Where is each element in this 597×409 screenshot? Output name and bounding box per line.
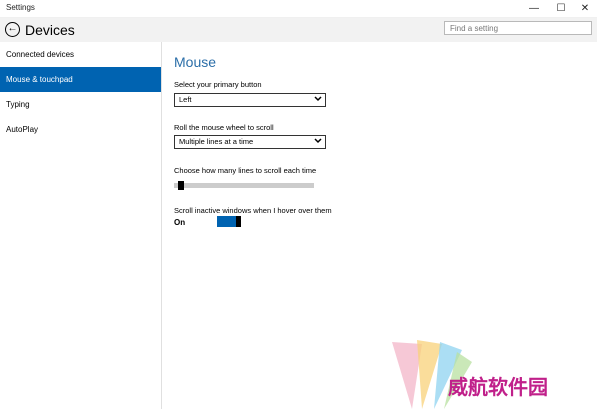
- search-input[interactable]: Find a setting: [444, 21, 592, 35]
- slider-thumb[interactable]: [178, 181, 185, 190]
- chevron-down-icon: [314, 96, 322, 102]
- inactive-scroll-label: Scroll inactive windows when I hover ove…: [174, 206, 332, 215]
- lines-to-scroll-label: Choose how many lines to scroll each tim…: [174, 166, 317, 175]
- lines-to-scroll-slider[interactable]: [174, 183, 314, 188]
- primary-button-value: Left: [179, 95, 192, 104]
- close-button[interactable]: ✕: [573, 0, 597, 17]
- chevron-down-icon: [314, 138, 322, 144]
- scroll-wheel-label: Roll the mouse wheel to scroll: [174, 123, 274, 132]
- watermark-text: 威航软件园: [448, 375, 548, 399]
- window-title: Settings: [6, 3, 35, 12]
- page-title: Devices: [25, 22, 75, 38]
- back-arrow-icon[interactable]: ←: [5, 22, 20, 37]
- watermark-logo: 威航软件园: [392, 340, 548, 409]
- sidebar-item-typing[interactable]: Typing: [0, 92, 161, 117]
- sidebar-item-connected-devices[interactable]: Connected devices: [0, 42, 161, 67]
- primary-button-label: Select your primary button: [174, 80, 262, 89]
- scroll-wheel-dropdown[interactable]: Multiple lines at a time: [174, 135, 326, 149]
- minimize-button[interactable]: —: [522, 0, 546, 17]
- title-bar: Settings — ☐ ✕: [0, 0, 597, 18]
- section-heading: Mouse: [174, 54, 217, 70]
- sidebar: Connected devices Mouse & touchpad Typin…: [0, 42, 162, 409]
- sidebar-item-autoplay[interactable]: AutoPlay: [0, 117, 161, 142]
- toggle-knob: [236, 216, 241, 227]
- sidebar-item-mouse-touchpad[interactable]: Mouse & touchpad: [0, 67, 161, 92]
- scroll-wheel-value: Multiple lines at a time: [179, 137, 254, 146]
- inactive-scroll-toggle[interactable]: [217, 216, 241, 227]
- toggle-state-text: On: [174, 218, 186, 227]
- maximize-button[interactable]: ☐: [549, 0, 573, 17]
- primary-button-dropdown[interactable]: Left: [174, 93, 326, 107]
